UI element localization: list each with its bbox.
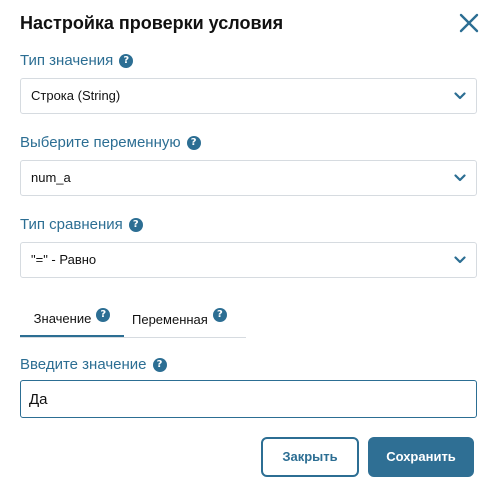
comparison-label-text: Тип сравнения <box>20 216 123 233</box>
tab-variable[interactable]: Переменная ? <box>132 302 246 336</box>
value-input[interactable] <box>20 380 477 418</box>
value-source-tabs: Значение ? Переменная ? <box>20 302 246 338</box>
comparison-label: Тип сравнения ? <box>20 216 143 234</box>
comparison-selected: "=" - Равно <box>31 252 97 267</box>
comparison-select[interactable]: "=" - Равно <box>20 242 477 278</box>
save-button[interactable]: Сохранить <box>368 437 474 477</box>
tab-value-label: Значение <box>33 311 92 326</box>
value-type-selected: Строка (String) <box>31 88 121 103</box>
help-icon[interactable]: ? <box>119 54 134 68</box>
value-type-label: Тип значения ? <box>20 52 134 70</box>
chevron-down-icon <box>454 92 466 100</box>
variable-selected: num_a <box>31 170 71 185</box>
help-icon[interactable]: ? <box>186 136 201 150</box>
chevron-down-icon <box>454 174 466 182</box>
condition-settings-dialog: Настройка проверки условия Тип значения … <box>0 0 494 495</box>
help-icon[interactable]: ? <box>96 307 111 322</box>
variable-label: Выберите переменную ? <box>20 134 201 152</box>
value-type-label-text: Тип значения <box>20 52 114 69</box>
tab-variable-label: Переменная <box>132 311 208 327</box>
help-icon[interactable]: ? <box>152 358 167 372</box>
tab-value[interactable]: Значение ? <box>20 302 124 337</box>
variable-select[interactable]: num_a <box>20 160 477 196</box>
variable-label-text: Выберите переменную <box>20 134 181 151</box>
help-icon[interactable]: ? <box>212 308 227 322</box>
dialog-title: Настройка проверки условия <box>20 13 284 33</box>
close-button[interactable]: Закрыть <box>261 437 359 477</box>
value-input-label-text: Введите значение <box>20 356 147 373</box>
chevron-down-icon <box>454 256 466 264</box>
value-input-label: Введите значение ? <box>20 356 167 374</box>
value-type-select[interactable]: Строка (String) <box>20 78 477 114</box>
help-icon[interactable]: ? <box>128 218 143 232</box>
close-icon[interactable] <box>458 12 480 34</box>
